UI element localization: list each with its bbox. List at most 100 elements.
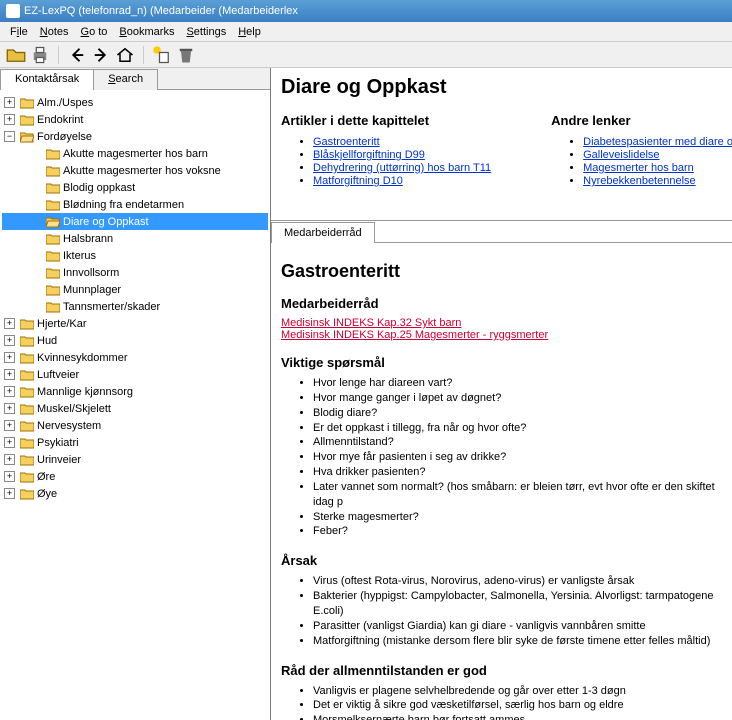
new-icon[interactable] [152, 45, 172, 65]
link[interactable]: Dehydrering (uttørring) hos barn T11 [313, 162, 491, 174]
home-icon[interactable] [115, 45, 135, 65]
list-item: Nyrebekkenbetennelse [583, 175, 732, 187]
viktige-list: Hvor lenge har diareen vart?Hvor mange g… [313, 376, 722, 539]
menu-bookmarks[interactable]: Bookmarks [113, 24, 180, 40]
list-item: Galleveislidelse [583, 149, 732, 161]
menu-file[interactable]: File [4, 24, 34, 40]
folder-icon [20, 369, 34, 381]
tab-search[interactable]: Search [93, 69, 158, 90]
tree-item[interactable]: +Muskel/Skjelett [2, 400, 268, 417]
tree-label: Øre [37, 471, 55, 483]
tree-item[interactable]: +Øye [2, 485, 268, 502]
menu-help[interactable]: Help [232, 24, 267, 40]
tree-item[interactable]: Blodig oppkast [2, 179, 268, 196]
expand-icon[interactable]: + [4, 471, 15, 482]
tree-item[interactable]: Akutte magesmerter hos barn [2, 145, 268, 162]
tree-item[interactable]: Munnplager [2, 281, 268, 298]
tree-label: Blodig oppkast [63, 182, 135, 194]
link[interactable]: Diabetespasienter med diare og oppka [583, 136, 732, 148]
tree-item[interactable]: +Hjerte/Kar [2, 315, 268, 332]
toolbar [0, 42, 732, 68]
tree-item[interactable]: + Luftveier [2, 366, 268, 383]
folder-icon [46, 301, 60, 313]
folder-icon [46, 182, 60, 194]
viktige-heading: Viktige spørsmål [281, 355, 722, 370]
forward-icon[interactable] [91, 45, 111, 65]
expand-icon[interactable]: + [4, 454, 15, 465]
tree-item[interactable]: Tannsmerter/skader [2, 298, 268, 315]
tree-item[interactable]: +Mannlige kjønnsorg [2, 383, 268, 400]
folder-icon [20, 318, 34, 330]
folder-icon [20, 97, 34, 109]
link[interactable]: Medisinsk INDEKS Kap.32 Sykt barn [281, 317, 461, 329]
menu-notes[interactable]: Notes [34, 24, 75, 40]
folder-icon [20, 454, 34, 466]
expand-icon[interactable]: + [4, 114, 15, 125]
expand-icon[interactable]: − [4, 131, 15, 142]
tree-item[interactable]: +Urinveier [2, 451, 268, 468]
tree-item[interactable]: +Alm./Uspes [2, 94, 268, 111]
expand-icon [30, 216, 41, 227]
tree-label: Endokrint [37, 114, 83, 126]
tree-item[interactable]: + Hud [2, 332, 268, 349]
tree-item[interactable]: Diare og Oppkast [2, 213, 268, 230]
tree-item[interactable]: + Endokrint [2, 111, 268, 128]
list-item: Virus (oftest Rota-virus, Norovirus, ade… [313, 574, 722, 589]
expand-icon[interactable]: + [4, 369, 15, 380]
tab-kontaktarsak[interactable]: Kontaktårsak [0, 69, 94, 90]
open-icon[interactable] [6, 45, 26, 65]
link[interactable]: Magesmerter hos barn [583, 162, 694, 174]
list-item: Bakterier (hyppigst: Campylobacter, Salm… [313, 589, 722, 619]
list-item: Parasitter (vanligst Giardia) kan gi dia… [313, 619, 722, 634]
delete-icon[interactable] [176, 45, 196, 65]
folder-icon [46, 148, 60, 160]
link[interactable]: Medisinsk INDEKS Kap.25 Magesmerter - ry… [281, 329, 548, 341]
menu-goto[interactable]: Go to [75, 24, 114, 40]
expand-icon[interactable]: + [4, 352, 15, 363]
expand-icon[interactable]: + [4, 437, 15, 448]
list-item: Diabetespasienter med diare og oppka [583, 136, 732, 148]
link[interactable]: Nyrebekkenbetennelse [583, 175, 696, 187]
expand-icon[interactable]: + [4, 97, 15, 108]
folder-icon [20, 403, 34, 415]
back-icon[interactable] [67, 45, 87, 65]
tree-item[interactable]: Blødning fra endetarmen [2, 196, 268, 213]
tree-item[interactable]: Akutte magesmerter hos voksne [2, 162, 268, 179]
page-title: Diare og Oppkast [281, 76, 722, 99]
expand-icon[interactable]: + [4, 386, 15, 397]
link[interactable]: Galleveislidelse [583, 149, 659, 161]
list-item: Blodig diare? [313, 406, 722, 421]
list-item: Matforgiftning D10 [313, 175, 491, 187]
tree-item[interactable]: +Psykiatri [2, 434, 268, 451]
other-links-list: Diabetespasienter med diare og oppkaGall… [583, 136, 732, 187]
folder-icon [20, 420, 34, 432]
link[interactable]: Blåskjellforgiftning D99 [313, 149, 425, 161]
tree-label: Luftveier [37, 369, 79, 381]
link[interactable]: Gastroenteritt [313, 136, 380, 148]
expand-icon[interactable]: + [4, 318, 15, 329]
tree-item[interactable]: −Fordøyelse [2, 128, 268, 145]
expand-icon[interactable]: + [4, 420, 15, 431]
list-item: Blåskjellforgiftning D99 [313, 149, 491, 161]
tree-label: Munnplager [63, 284, 121, 296]
tree-item[interactable]: Innvollsorm [2, 264, 268, 281]
tree-item[interactable]: Halsbrann [2, 230, 268, 247]
navigation-tree[interactable]: +Alm./Uspes+Endokrint−FordøyelseAkutte m… [0, 90, 270, 720]
folder-icon [20, 488, 34, 500]
tree-item[interactable]: +Nervesystem [2, 417, 268, 434]
title-bar: EZ-LexPQ (telefonrad_n) (Medarbeider (Me… [0, 0, 732, 22]
link[interactable]: Matforgiftning D10 [313, 175, 403, 187]
tree-item[interactable]: + Øre [2, 468, 268, 485]
folder-icon [46, 267, 60, 279]
tree-label: Hud [37, 335, 57, 347]
folder-icon [46, 216, 60, 228]
expand-icon[interactable]: + [4, 403, 15, 414]
tree-label: Akutte magesmerter hos barn [63, 148, 208, 160]
menu-settings[interactable]: Settings [180, 24, 232, 40]
expand-icon[interactable]: + [4, 335, 15, 346]
tree-item[interactable]: Ikterus [2, 247, 268, 264]
print-icon[interactable] [30, 45, 50, 65]
expand-icon[interactable]: + [4, 488, 15, 499]
subtab-medarbeiderrad[interactable]: Medarbeiderråd [271, 222, 375, 243]
tree-item[interactable]: +Kvinnesykdommer [2, 349, 268, 366]
